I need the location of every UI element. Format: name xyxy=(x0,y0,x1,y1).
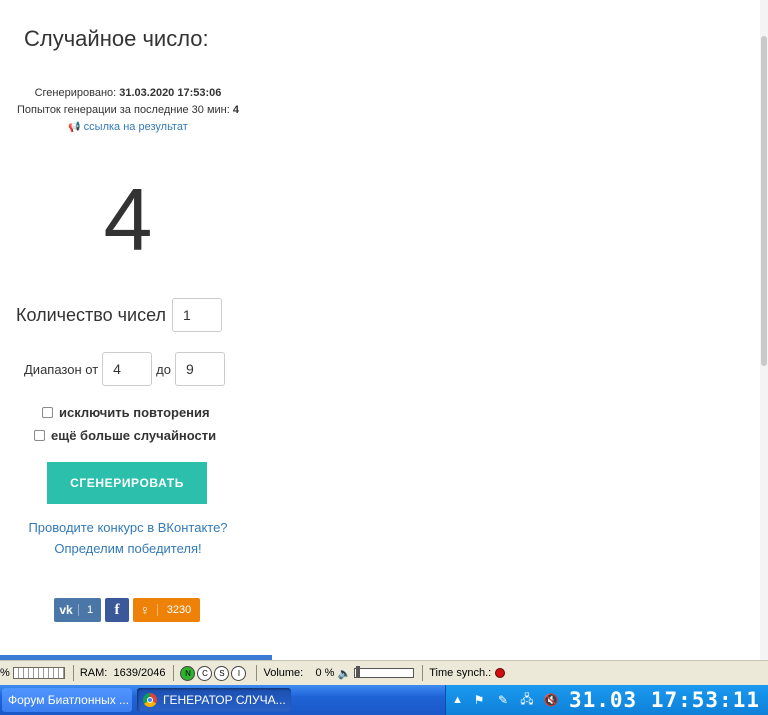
cpu-indicator: % xyxy=(0,667,65,679)
taskbar: Форум Биатлонных ... ГЕНЕРАТОР СЛУЧА... … xyxy=(0,685,768,715)
volume-value: 0 % xyxy=(315,667,335,679)
range-from-label: Диапазон от xyxy=(24,361,99,377)
num-lock-indicator: N xyxy=(180,665,196,681)
scroll-lock-indicator: S xyxy=(214,665,230,681)
volume-slider[interactable] xyxy=(354,666,415,678)
system-tray: ▲ ⚑ ✎ 🖧 🔇 31.03 17:53:11 xyxy=(445,685,768,715)
vk-share-count: 1 xyxy=(78,604,101,616)
count-input[interactable]: 1 xyxy=(172,298,223,332)
insert-indicator: I xyxy=(231,665,247,681)
count-label: Количество чисел xyxy=(16,304,167,325)
result-link-text[interactable]: ссылка на результат xyxy=(84,121,188,133)
taskbar-item-forum[interactable]: Форум Биатлонных ... xyxy=(2,688,132,712)
ram-indicator: RAM: 1639/2046 xyxy=(80,667,166,679)
chrome-icon xyxy=(143,693,157,707)
taskbar-item-generator-label: ГЕНЕРАТОР СЛУЧА... xyxy=(163,693,286,707)
caps-lock-indicator: C xyxy=(197,665,213,681)
no-repeat-option[interactable]: исключить повторения xyxy=(42,405,210,420)
scrollbar[interactable] xyxy=(760,0,768,660)
more-random-label[interactable]: ещё больше случайности xyxy=(51,428,216,443)
page-title: Случайное число: xyxy=(24,26,209,51)
vk-share-button[interactable]: vk 1 xyxy=(54,598,101,622)
no-repeat-label[interactable]: исключить повторения xyxy=(59,405,210,420)
ram-value: 1639/2046 xyxy=(113,667,166,679)
page: Случайное число: Сгенерировано: 31.03.20… xyxy=(0,0,768,660)
network-icon[interactable]: 🖧 xyxy=(519,692,535,708)
attempts-label: Попыток генерации за последние 30 мин: xyxy=(17,104,230,116)
percent-label: % xyxy=(0,667,10,679)
status-separator xyxy=(256,665,258,681)
result-link[interactable]: 📢 ссылка на результат xyxy=(0,121,256,133)
flag-icon[interactable]: ⚑ xyxy=(471,692,487,708)
result-number: 4 xyxy=(103,170,153,269)
generated-value: 31.03.2020 17:53:06 xyxy=(119,87,222,99)
generated-label: Сгенерировано: xyxy=(34,87,117,99)
range-to-label: до xyxy=(156,361,171,377)
facebook-icon: f xyxy=(114,601,120,618)
feather-icon[interactable]: ✎ xyxy=(495,692,511,708)
megaphone-icon: 📢 xyxy=(68,122,81,133)
status-separator xyxy=(173,665,175,681)
facebook-share-button[interactable]: f xyxy=(105,598,129,622)
ok-share-count: 3230 xyxy=(157,604,200,616)
more-random-option[interactable]: ещё больше случайности xyxy=(34,428,216,443)
system-status-bar: % RAM: 1639/2046 N C S I Volume: 0 % 🔈 T… xyxy=(0,660,768,685)
time-sync-status-icon xyxy=(495,668,506,678)
attempts-info: Попыток генерации за последние 30 мин: 4 xyxy=(0,104,256,116)
range-row: Диапазон от 4 до 9 xyxy=(24,352,225,386)
generate-button[interactable]: СГЕНЕРИРОВАТЬ xyxy=(47,462,207,504)
generated-info: Сгенерировано: 31.03.2020 17:53:06 xyxy=(0,87,256,99)
range-to-input[interactable]: 9 xyxy=(174,352,225,386)
range-from-input[interactable]: 4 xyxy=(102,352,153,386)
ok-share-button[interactable]: ♀ 3230 xyxy=(133,598,200,622)
speaker-icon: 🔈 xyxy=(337,667,352,680)
status-separator xyxy=(72,665,74,681)
ram-label: RAM: xyxy=(79,667,108,679)
volume-indicator: Volume: 0 % 🔈 xyxy=(263,666,415,680)
count-row: Количество чисел 1 xyxy=(16,298,223,332)
time-sync-label: Time synch.: xyxy=(429,667,492,679)
sound-muted-icon[interactable]: 🔇 xyxy=(543,692,559,708)
cpu-meter xyxy=(12,667,65,679)
taskbar-item-forum-label: Форум Биатлонных ... xyxy=(8,693,130,707)
taskbar-clock[interactable]: 31.03 17:53:11 xyxy=(569,688,760,712)
volume-label: Volume: xyxy=(263,667,304,679)
taskbar-item-generator[interactable]: ГЕНЕРАТОР СЛУЧА... xyxy=(137,688,291,712)
time-sync-indicator: Time synch.: xyxy=(429,667,506,679)
attempts-value: 4 xyxy=(232,104,239,116)
lock-indicators: N C S I xyxy=(180,665,248,681)
vk-contest-link[interactable]: Проводите конкурс в ВКонтакте? xyxy=(0,520,256,535)
scroll-thumb[interactable] xyxy=(761,36,767,366)
vk-winner-link[interactable]: Определим победителя! xyxy=(0,541,256,556)
no-repeat-checkbox[interactable] xyxy=(42,407,53,418)
vk-icon: vk xyxy=(59,603,73,617)
odnoklassniki-icon: ♀ xyxy=(139,602,151,618)
tray-expand-icon[interactable]: ▲ xyxy=(452,694,463,706)
more-random-checkbox[interactable] xyxy=(34,430,45,441)
status-separator xyxy=(422,665,424,681)
